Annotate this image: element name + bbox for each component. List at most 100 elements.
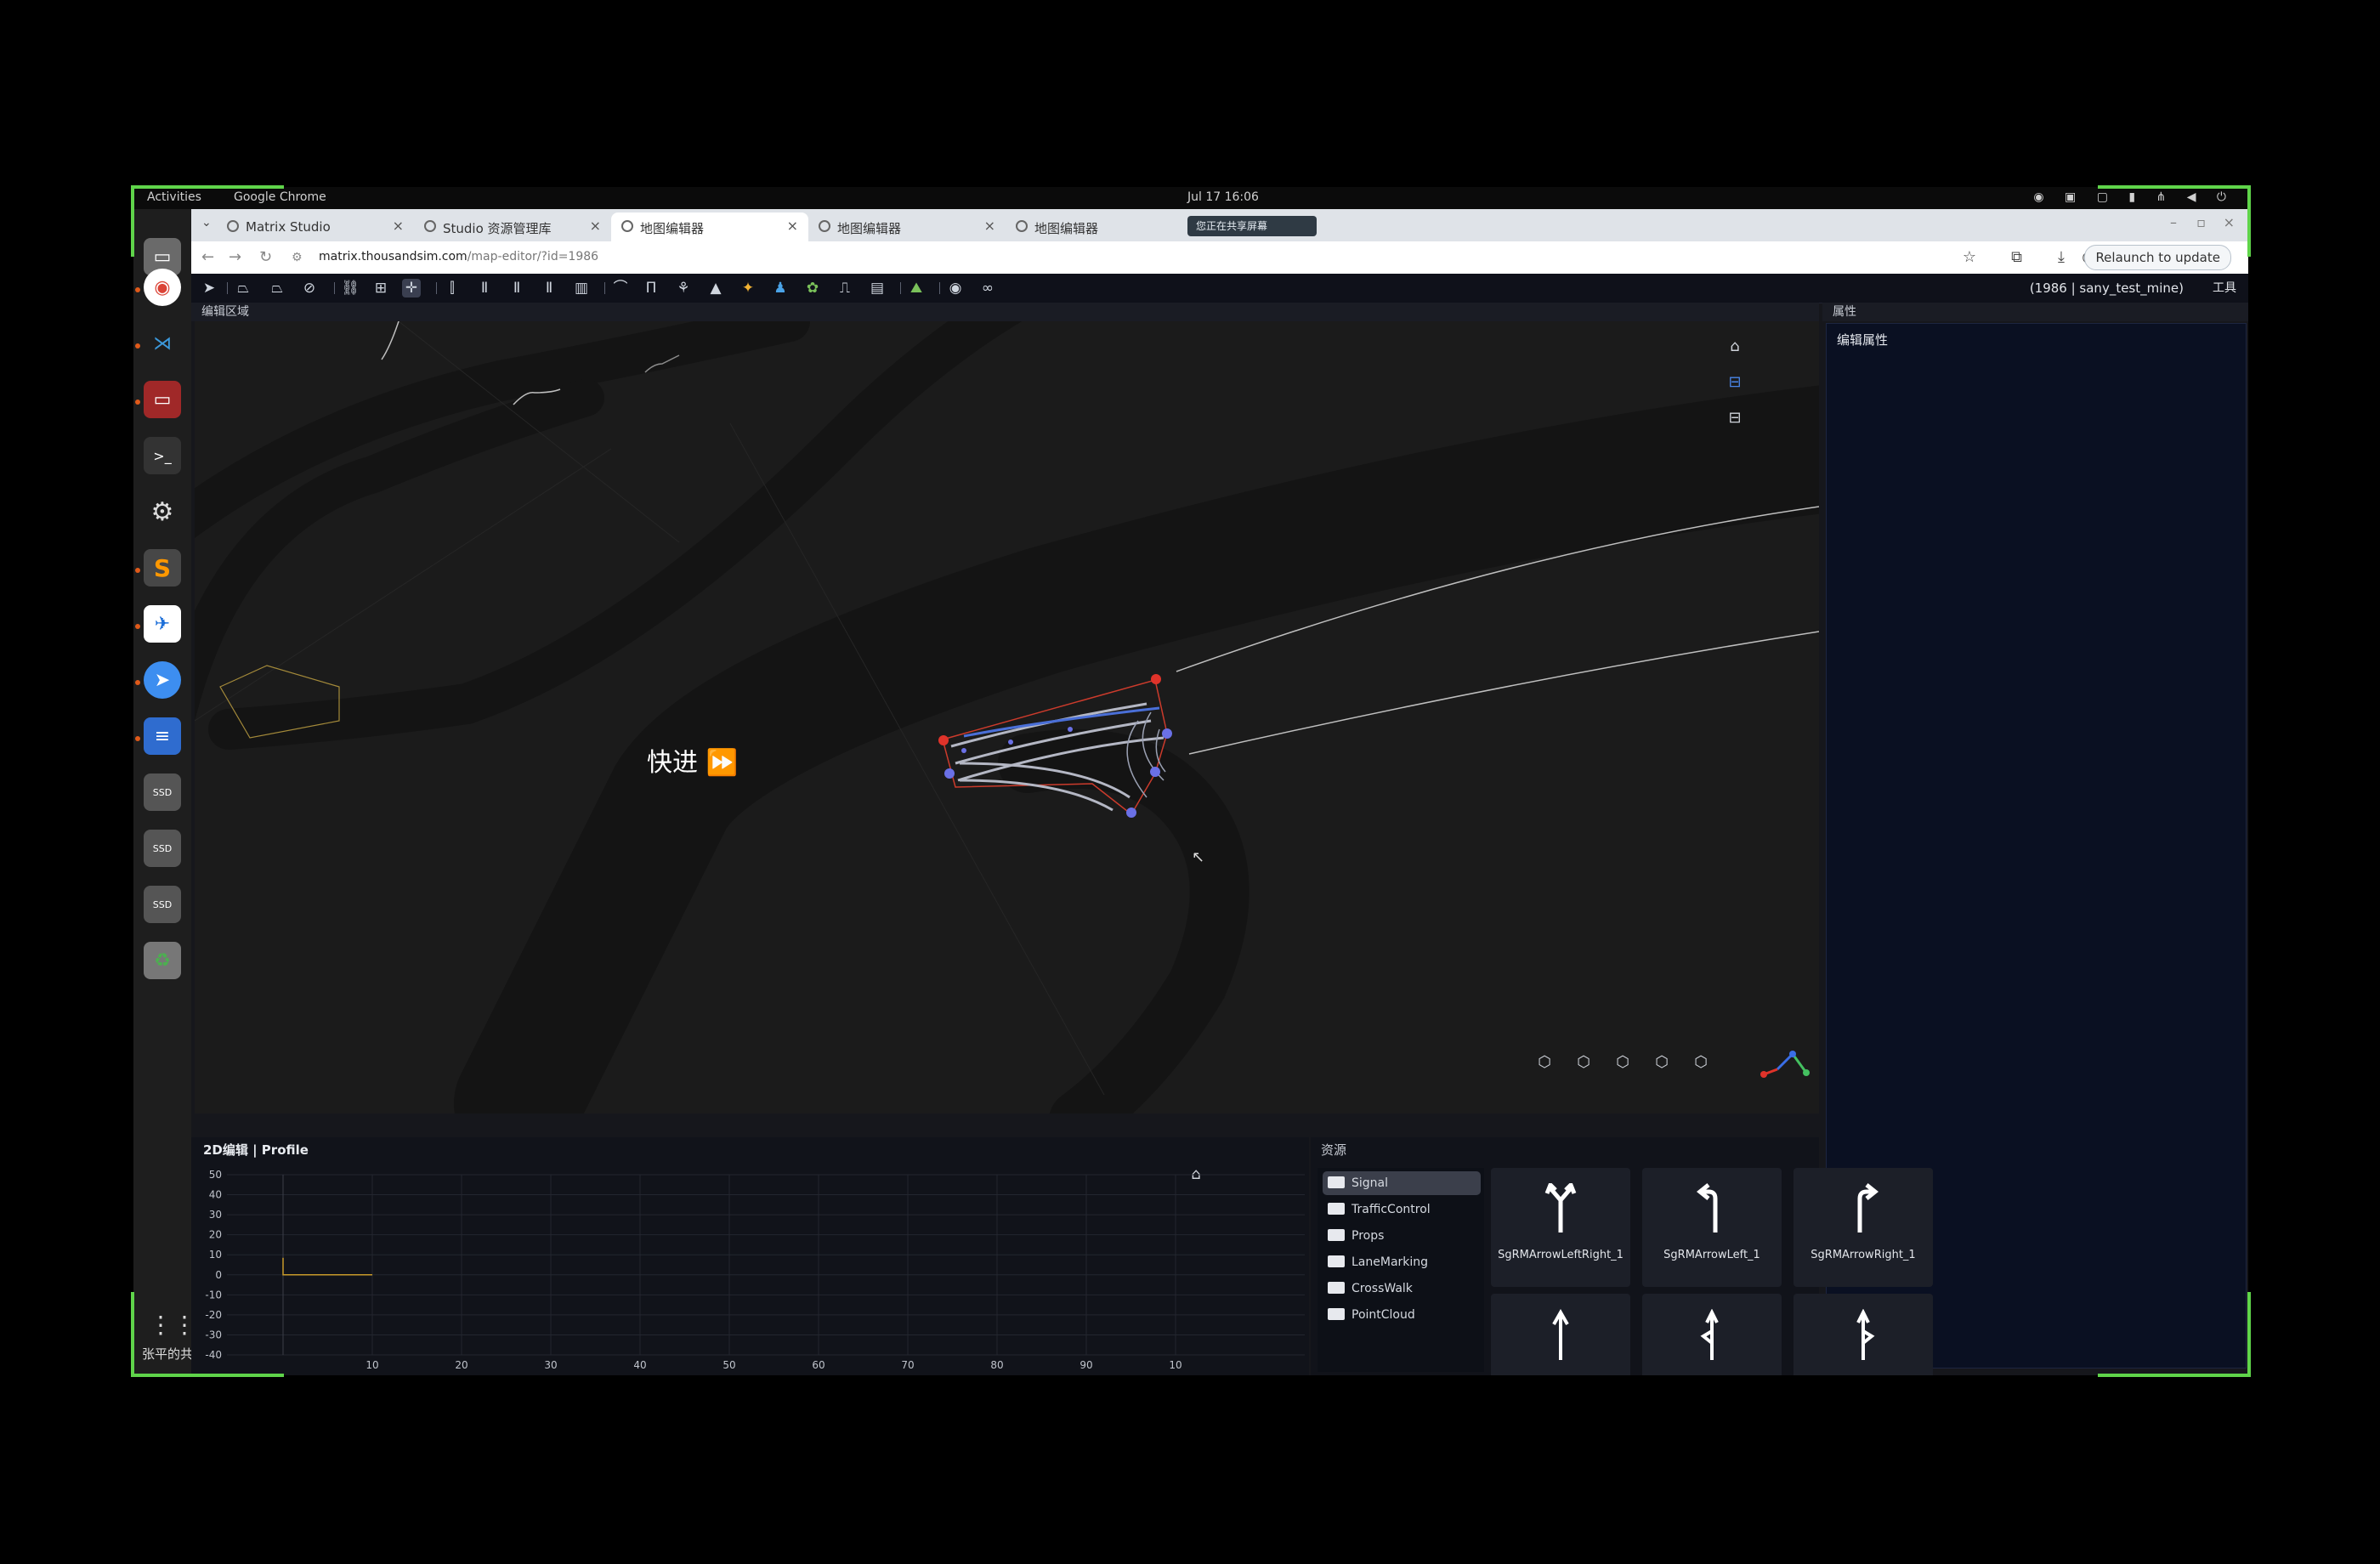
- profile-chart[interactable]: 50 40 30 20 10 0 -10 -20 -30 -40 10 20 30 40 50 60 70 80 9…: [191, 1137, 1309, 1375]
- tab-resource-library[interactable]: Studio 资源管理库 ×: [414, 212, 611, 241]
- terrain-icon[interactable]: ⛰: [907, 279, 926, 298]
- tab-map-editor-active[interactable]: 地图编辑器 ×: [611, 212, 808, 241]
- close-icon[interactable]: ×: [787, 218, 798, 234]
- close-window-icon[interactable]: ×: [2224, 214, 2235, 230]
- minimize-icon[interactable]: –: [2170, 214, 2177, 230]
- reload-icon[interactable]: ↻: [259, 248, 272, 266]
- tab-map-editor[interactable]: 地图编辑器: [1006, 212, 1203, 241]
- vscode-icon[interactable]: ⋊: [144, 325, 181, 362]
- link-icon[interactable]: ∞: [978, 279, 997, 298]
- screen-recorder-icon[interactable]: ▭: [144, 381, 181, 418]
- vegetation-icon[interactable]: ✿: [803, 279, 822, 298]
- junction-tool-icon[interactable]: ⊞: [371, 279, 390, 298]
- folder-traffic-control[interactable]: TrafficControl: [1323, 1198, 1481, 1221]
- extensions-icon[interactable]: ⧉: [2011, 248, 2022, 266]
- clock[interactable]: Jul 17 16:06: [1187, 190, 1259, 204]
- bookmark-star-icon[interactable]: ☆: [1963, 248, 1976, 266]
- link-tool-icon[interactable]: ⛓: [341, 279, 360, 298]
- x-tick-label: 40: [633, 1359, 646, 1371]
- close-icon[interactable]: ×: [590, 218, 601, 234]
- recycle-icon[interactable]: ♻: [144, 942, 181, 979]
- measure-icon[interactable]: ⎍: [836, 279, 854, 298]
- asset-arrow-straight-left[interactable]: [1642, 1294, 1782, 1375]
- view-front-cube-icon[interactable]: ⬡: [1573, 1052, 1594, 1073]
- y-tick-label: 50: [209, 1169, 222, 1181]
- browser-tab-strip: ⌄ Matrix Studio × Studio 资源管理库 × 地图编辑器 ×…: [191, 209, 2248, 241]
- axis-gizmo-icon[interactable]: [1760, 1051, 1810, 1078]
- settings-icon[interactable]: ⚙: [144, 493, 181, 530]
- screen-sharing-badge[interactable]: 您正在共享屏幕: [1187, 216, 1317, 236]
- object-icon[interactable]: ♟: [771, 279, 790, 298]
- junction-edit-icon[interactable]: ✛: [402, 279, 421, 298]
- close-icon[interactable]: ×: [393, 218, 404, 234]
- asset-arrow-left-right[interactable]: SgRMArrowLeftRight_1: [1491, 1168, 1630, 1287]
- road-tool-icon[interactable]: ⏢: [234, 279, 252, 298]
- view-perspective-cube-icon[interactable]: ⬡: [1691, 1052, 1711, 1073]
- system-tray[interactable]: ◉ ▣ ▢ ▮ ⋔ ◀ ⏻: [2033, 190, 2235, 204]
- asset-arrow-straight-right[interactable]: [1794, 1294, 1933, 1375]
- messenger-icon[interactable]: ➤: [144, 661, 181, 699]
- activities-button[interactable]: Activities: [147, 190, 201, 204]
- ssd-icon[interactable]: SSD: [144, 886, 181, 923]
- view-side-cube-icon[interactable]: ⬡: [1612, 1052, 1633, 1073]
- asset-name: SgRMArrowRight_1: [1810, 1249, 1916, 1261]
- folder-label: TrafficControl: [1352, 1203, 1431, 1216]
- profile-line[interactable]: [282, 1257, 372, 1276]
- download-icon[interactable]: ⤓: [2058, 248, 2065, 266]
- lane-split-icon[interactable]: Ⅱ: [475, 279, 494, 298]
- lane-width-icon[interactable]: Ⅱ: [540, 279, 558, 298]
- close-icon[interactable]: ×: [984, 218, 995, 234]
- cone-icon[interactable]: ▲: [706, 279, 725, 298]
- lane-add-icon[interactable]: ⫿: [443, 279, 462, 298]
- feishu-icon[interactable]: ✈: [144, 605, 181, 643]
- panel-icon[interactable]: ⊟: [1725, 408, 1745, 428]
- sublime-icon[interactable]: S: [144, 549, 181, 586]
- tab-map-editor[interactable]: 地图编辑器 ×: [808, 212, 1006, 241]
- chrome-icon[interactable]: ◉: [144, 269, 181, 306]
- crosswalk-icon[interactable]: ▤: [868, 279, 887, 298]
- tools-menu-button[interactable]: 工具: [2213, 279, 2236, 296]
- ssd-icon[interactable]: SSD: [144, 774, 181, 811]
- forward-icon[interactable]: →: [229, 248, 241, 266]
- back-icon[interactable]: ←: [201, 248, 214, 266]
- bridge-icon[interactable]: Π: [642, 279, 660, 298]
- folder-props[interactable]: Props: [1323, 1224, 1481, 1248]
- folder-signal[interactable]: Signal: [1323, 1171, 1481, 1195]
- asset-arrow-left[interactable]: SgRMArrowLeft_1: [1642, 1168, 1782, 1287]
- x-tick-label: 90: [1080, 1359, 1092, 1371]
- lane-marking-icon[interactable]: ▥: [572, 279, 591, 298]
- map-viewport[interactable]: 快进 ⏩ ⌂ ⊟ ⊟ ⬡ ⬡ ⬡ ⬡ ⬡ ↖: [195, 321, 1819, 1114]
- tab-matrix-studio[interactable]: Matrix Studio ×: [217, 212, 414, 241]
- view-back-cube-icon[interactable]: ⬡: [1652, 1052, 1672, 1073]
- tab-search-icon[interactable]: ⌄: [201, 216, 212, 230]
- folder-lane-marking[interactable]: LaneMarking: [1323, 1250, 1481, 1274]
- tab-label: Matrix Studio: [246, 219, 331, 235]
- home-view-icon[interactable]: ⌂: [1725, 337, 1745, 357]
- globe-icon: [227, 220, 239, 232]
- road-delete-icon[interactable]: ⊘: [300, 279, 319, 298]
- terminal-icon[interactable]: >_: [144, 437, 181, 474]
- site-info-icon[interactable]: ⚙: [292, 251, 303, 264]
- curve-tool-icon[interactable]: ⌒: [611, 279, 630, 298]
- document-icon[interactable]: ≡: [144, 717, 181, 755]
- signal-icon[interactable]: ✦: [739, 279, 757, 298]
- folder-label: Signal: [1352, 1176, 1389, 1190]
- globe-icon: [424, 220, 436, 232]
- asset-arrow-right[interactable]: SgRMArrowRight_1: [1794, 1168, 1933, 1287]
- asset-arrow-straight[interactable]: [1491, 1294, 1630, 1375]
- visibility-eye-icon[interactable]: ◉: [946, 279, 965, 298]
- map-canvas[interactable]: [195, 321, 1819, 1114]
- url-field[interactable]: matrix.thousandsim.com/map-editor/?id=19…: [319, 250, 598, 264]
- folder-crosswalk[interactable]: CrossWalk: [1323, 1277, 1481, 1300]
- tree-icon[interactable]: ⚘: [674, 279, 693, 298]
- folder-point-cloud[interactable]: PointCloud: [1323, 1303, 1481, 1327]
- lane-merge-icon[interactable]: Ⅱ: [507, 279, 526, 298]
- folder-icon: [1328, 1255, 1345, 1267]
- layers-icon[interactable]: ⊟: [1725, 372, 1745, 393]
- relaunch-button[interactable]: Relaunch to update: [2084, 245, 2231, 270]
- select-pointer-icon[interactable]: ➤: [200, 279, 218, 298]
- ssd-icon[interactable]: SSD: [144, 830, 181, 867]
- road-edit-icon[interactable]: ⏢: [268, 279, 286, 298]
- maximize-icon[interactable]: ▫: [2196, 214, 2206, 230]
- view-top-cube-icon[interactable]: ⬡: [1534, 1052, 1555, 1073]
